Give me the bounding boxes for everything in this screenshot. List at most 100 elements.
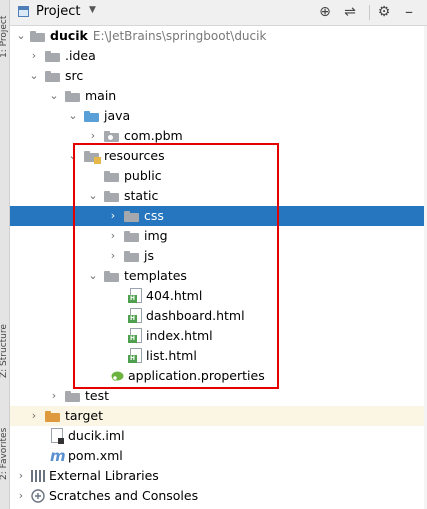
chevron-right-icon[interactable]: › <box>87 126 99 146</box>
tree-row-main[interactable]: ⌄ main <box>10 86 427 106</box>
folder-icon <box>65 391 80 402</box>
tree-row-ducik[interactable]: ⌄ ducik E:\JetBrains\springboot\ducik <box>10 26 427 46</box>
tree-item-label: main <box>85 88 117 103</box>
package-icon <box>104 131 119 142</box>
tree-item-label: .idea <box>65 48 96 63</box>
resources-folder-icon <box>84 151 101 164</box>
left-tool-strip: 1: Project Z: Structure 2: Favorites <box>0 0 10 509</box>
chevron-right-icon[interactable]: › <box>107 246 119 266</box>
chevron-down-icon[interactable]: ⌄ <box>48 86 60 106</box>
libraries-icon <box>31 470 45 482</box>
folder-icon <box>65 91 80 102</box>
caret-down-icon[interactable]: ▼ <box>89 5 96 15</box>
structure-tool-tab[interactable]: Z: Structure <box>0 318 9 378</box>
tree-item-label: img <box>144 228 168 243</box>
tree-row-resources[interactable]: ⌄ resources <box>10 146 427 166</box>
favorites-tool-tab[interactable]: 2: Favorites <box>0 412 9 480</box>
toolbar-divider <box>369 5 370 20</box>
panel-title[interactable]: Project <box>36 4 80 19</box>
chevron-right-icon[interactable]: › <box>28 406 40 426</box>
chevron-right-icon[interactable]: › <box>28 46 40 66</box>
tree-row-static[interactable]: ⌄ static <box>10 186 427 206</box>
tree-row-idea[interactable]: › .idea <box>10 46 427 66</box>
tree-row-target[interactable]: › target <box>10 406 427 426</box>
tree-row-com-pbm[interactable]: › com.pbm <box>10 126 427 146</box>
tree-item-label: src <box>65 68 84 83</box>
source-folder-icon <box>84 111 99 122</box>
crosshair-icon[interactable]: ⊕ <box>316 3 334 21</box>
tree-row-dashboard-html[interactable]: H dashboard.html <box>10 306 427 326</box>
module-name: ducik <box>50 28 88 43</box>
minimize-icon[interactable]: – <box>400 3 418 21</box>
tree-row-java[interactable]: ⌄ java <box>10 106 427 126</box>
chevron-right-icon[interactable]: › <box>107 206 119 226</box>
folder-icon <box>104 271 119 282</box>
project-panel-header: Project ▼ ⊕ ⇌ ⚙ – <box>10 0 427 26</box>
html-file-icon: H <box>128 348 142 363</box>
tree-row-404-html[interactable]: H 404.html <box>10 286 427 306</box>
html-file-icon: H <box>128 308 142 323</box>
tree-item-label: target <box>65 408 104 423</box>
collapse-icon[interactable]: ⇌ <box>341 3 359 21</box>
chevron-down-icon[interactable]: ⌄ <box>15 26 27 46</box>
tree-row-js[interactable]: › js <box>10 246 427 266</box>
tree-item-label: resources <box>104 148 165 163</box>
tree-row-css[interactable]: › css <box>10 206 427 226</box>
chevron-down-icon[interactable]: ⌄ <box>67 106 79 126</box>
project-tool-tab[interactable]: 1: Project <box>0 8 9 58</box>
folder-icon <box>124 231 139 242</box>
tree-row-scratches[interactable]: › Scratches and Consoles <box>10 486 427 506</box>
tree-row-templates[interactable]: ⌄ templates <box>10 266 427 286</box>
chevron-down-icon[interactable]: ⌄ <box>87 186 99 206</box>
html-file-icon: H <box>128 288 142 303</box>
tree-item-label: index.html <box>146 328 213 343</box>
tree-item-label: static <box>124 188 159 203</box>
tree-item-label: 404.html <box>146 288 203 303</box>
module-folder-icon <box>30 31 45 42</box>
folder-icon <box>124 211 139 222</box>
chevron-down-icon[interactable]: ⌄ <box>67 146 79 166</box>
tree-item-label: pom.xml <box>68 448 123 463</box>
chevron-down-icon[interactable]: ⌄ <box>28 66 40 86</box>
tree-item-label: public <box>124 168 162 183</box>
project-view-icon <box>18 6 29 17</box>
folder-icon <box>104 171 119 182</box>
excluded-folder-icon <box>45 411 60 422</box>
maven-icon: m <box>50 447 66 465</box>
tree-row-pom-xml[interactable]: m pom.xml <box>10 446 427 466</box>
tree-item-label: css <box>144 208 164 223</box>
tree-row-index-html[interactable]: H index.html <box>10 326 427 346</box>
tree-row-ducik-iml[interactable]: ducik.iml <box>10 426 427 446</box>
tree-item-label: java <box>104 108 131 123</box>
folder-icon <box>45 71 60 82</box>
tree-row-test[interactable]: › test <box>10 386 427 406</box>
tree-item-label: dashboard.html <box>146 308 245 323</box>
folder-icon <box>104 191 119 202</box>
iml-file-icon <box>51 428 64 444</box>
tree-item-label: templates <box>124 268 187 283</box>
tree-row-external-libraries[interactable]: › External Libraries <box>10 466 427 486</box>
folder-icon <box>45 51 60 62</box>
tree-row-list-html[interactable]: H list.html <box>10 346 427 366</box>
gear-icon[interactable]: ⚙ <box>375 3 393 21</box>
tree-item-label: External Libraries <box>49 468 159 483</box>
chevron-right-icon[interactable]: › <box>107 226 119 246</box>
tree-row-src[interactable]: ⌄ src <box>10 66 427 86</box>
tree-item-label: js <box>144 248 154 263</box>
tree-item-label: Scratches and Consoles <box>49 488 199 503</box>
chevron-right-icon[interactable]: › <box>15 486 27 506</box>
tree-row-public[interactable]: public <box>10 166 427 186</box>
chevron-down-icon[interactable]: ⌄ <box>87 266 99 286</box>
tree-row-img[interactable]: › img <box>10 226 427 246</box>
folder-icon <box>124 251 139 262</box>
tree-item-label: com.pbm <box>124 128 183 143</box>
tree-item-label: list.html <box>146 348 197 363</box>
scratches-icon <box>31 489 45 503</box>
tree-item-label: test <box>85 388 110 403</box>
html-file-icon: H <box>128 328 142 343</box>
spring-leaf-icon <box>111 370 124 382</box>
tree-row-application-properties[interactable]: application.properties <box>10 366 427 386</box>
tree-item-label: application.properties <box>128 368 265 383</box>
chevron-right-icon[interactable]: › <box>48 386 60 406</box>
chevron-right-icon[interactable]: › <box>15 466 27 486</box>
